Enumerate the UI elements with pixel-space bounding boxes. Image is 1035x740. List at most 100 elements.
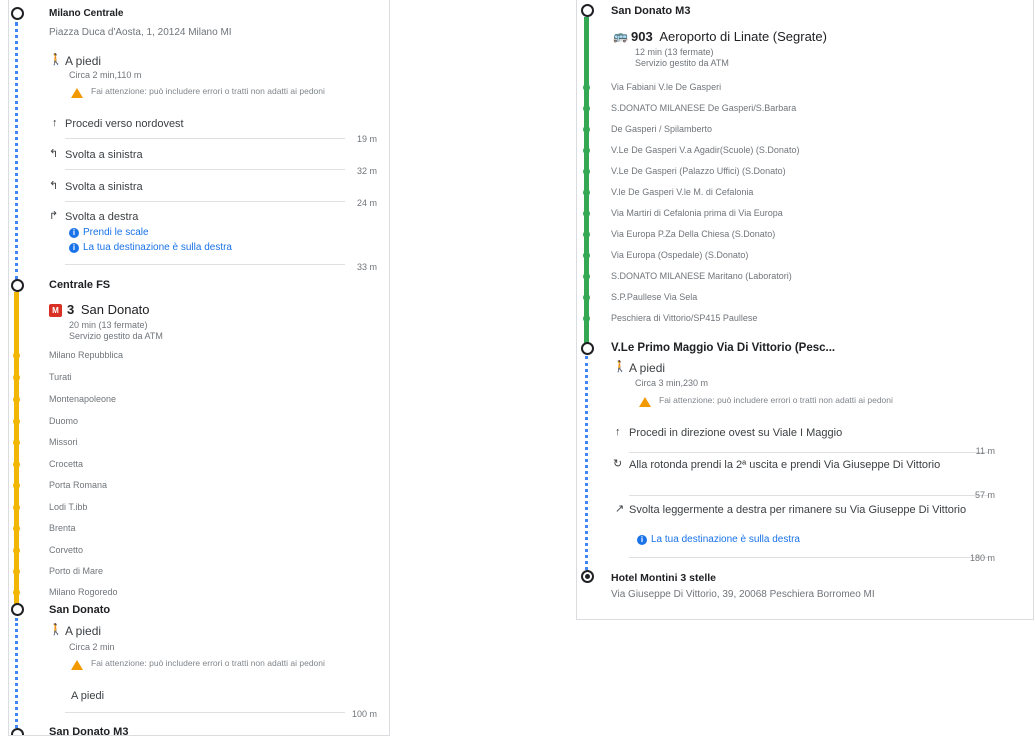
- station-marker: [11, 603, 24, 616]
- stop-dot: [13, 525, 20, 532]
- transit-line-header[interactable]: 903 Aeroporto di Linate (Segrate): [631, 29, 827, 44]
- origin-marker: [11, 7, 24, 20]
- info-icon: i: [637, 535, 647, 545]
- stop-name: Crocetta: [49, 459, 84, 469]
- stop-dot: [13, 547, 20, 554]
- station-marker: [581, 342, 594, 355]
- station-marker: [11, 279, 24, 292]
- step-text[interactable]: Procedi verso nordovest: [65, 118, 184, 130]
- walk-mode: A piedi: [65, 624, 102, 638]
- origin-name: Milano Centrale: [49, 8, 124, 19]
- warning-icon: [639, 397, 651, 407]
- arrow-up-icon: ↑: [615, 426, 621, 438]
- walk-duration: Circa 2 min: [69, 642, 115, 652]
- walk-route-line: [15, 22, 18, 280]
- link-destination[interactable]: La tua destinazione è sulla destra: [651, 534, 800, 545]
- station-name: San Donato: [49, 604, 111, 616]
- destination-marker: [581, 570, 594, 583]
- stop-name: Corvetto: [49, 545, 84, 555]
- stop-name: V.Le De Gasperi V.a Agadir(Scuole) (S.Do…: [611, 145, 800, 155]
- step-text[interactable]: Svolta a sinistra: [65, 181, 143, 193]
- stop-dot: [583, 315, 590, 322]
- walk-route-line: [15, 618, 18, 728]
- step-text[interactable]: A piedi: [71, 690, 104, 702]
- turn-left-icon: ↰: [49, 148, 59, 160]
- step-text[interactable]: Svolta a sinistra: [65, 149, 143, 161]
- walk-duration: Circa 2 min,110 m: [69, 70, 142, 80]
- stop-dot: [583, 126, 590, 133]
- step-text[interactable]: Svolta a destra: [65, 211, 138, 223]
- stop-name: Montenapoleone: [49, 394, 117, 404]
- stop-dot: [13, 482, 20, 489]
- step-text[interactable]: Svolta leggermente a destra per rimanere…: [629, 503, 979, 517]
- roundabout-icon: ↻: [613, 458, 623, 470]
- stop-name: Porta Romana: [49, 480, 108, 490]
- transit-duration: 12 min (13 fermate): [635, 47, 714, 57]
- station-name: San Donato M3: [611, 5, 691, 17]
- stop-dot: [583, 105, 590, 112]
- stop-dot: [13, 418, 20, 425]
- slight-right-icon: ↗: [615, 503, 625, 515]
- station-marker: [11, 728, 24, 735]
- stop-dot: [13, 504, 20, 511]
- origin-address: Piazza Duca d'Aosta, 1, 20124 Milano MI: [49, 27, 232, 38]
- step-distance: 24 m: [356, 198, 377, 208]
- stop-name: V.Le De Gasperi (Palazzo Uffici) (S.Dona…: [611, 166, 786, 176]
- stop-name: De Gasperi / Spilamberto: [611, 124, 713, 134]
- destination-name: Hotel Montini 3 stelle: [611, 572, 717, 584]
- line-direction: San Donato: [80, 302, 150, 317]
- stop-name: Missori: [49, 437, 78, 447]
- info-icon: i: [69, 243, 79, 253]
- step-text[interactable]: Alla rotonda prendi la 2ª uscita e prend…: [629, 458, 959, 472]
- stop-dot: [13, 589, 20, 596]
- stop-dot: [13, 568, 20, 575]
- walk-icon: 🚶: [49, 624, 63, 636]
- step-text[interactable]: Procedi in direzione ovest su Viale I Ma…: [629, 427, 842, 439]
- stop-dot: [13, 461, 20, 468]
- stop-name: Lodi T.ibb: [49, 502, 88, 512]
- step-distance: 33 m: [356, 262, 377, 272]
- stop-dot: [583, 210, 590, 217]
- warning-icon: [71, 88, 83, 98]
- turn-right-icon: ↱: [49, 210, 59, 222]
- stop-dot: [583, 168, 590, 175]
- step-distance: 57 m: [974, 490, 995, 500]
- stop-name: Via Fabiani V.le De Gasperi: [611, 82, 722, 92]
- stop-name: V.le De Gasperi V.le M. di Cefalonia: [611, 187, 754, 197]
- link-stairs[interactable]: Prendi le scale: [83, 227, 149, 238]
- station-name: Centrale FS: [49, 279, 111, 291]
- stop-name: Via Europa (Ospedale) (S.Donato): [611, 250, 749, 260]
- metro-route-line: [14, 292, 19, 604]
- walk-mode: A piedi: [65, 54, 102, 68]
- step-distance: 100 m: [351, 709, 377, 719]
- transit-line-header[interactable]: 3 San Donato: [67, 302, 150, 317]
- stop-dot: [583, 84, 590, 91]
- stop-name: Via Martiri di Cefalonia prima di Via Eu…: [611, 208, 783, 218]
- metro-icon: M: [49, 304, 62, 317]
- stop-dot: [13, 352, 20, 359]
- warning-icon: [71, 660, 83, 670]
- station-name: V.Le Primo Maggio Via Di Vittorio (Pesc.…: [611, 342, 836, 354]
- destination-address: Via Giuseppe Di Vittorio, 39, 20068 Pesc…: [611, 589, 875, 600]
- walk-icon: 🚶: [613, 361, 627, 373]
- stop-name: S.DONATO MILANESE De Gasperi/S.Barbara: [611, 103, 797, 113]
- step-distance: 19 m: [356, 134, 377, 144]
- stop-dot: [583, 273, 590, 280]
- step-distance: 32 m: [356, 166, 377, 176]
- stop-dot: [583, 231, 590, 238]
- station-name: San Donato M3: [49, 726, 129, 736]
- stop-name: Brenta: [49, 523, 76, 533]
- link-destination[interactable]: La tua destinazione è sulla destra: [83, 242, 232, 253]
- stop-name: S.P.Paullese Via Sela: [611, 292, 698, 302]
- stop-name: Turati: [49, 372, 72, 382]
- walk-mode: A piedi: [629, 361, 666, 375]
- stop-dot: [13, 396, 20, 403]
- stop-dot: [583, 147, 590, 154]
- walk-icon: 🚶: [49, 54, 63, 66]
- stop-name: Milano Repubblica: [49, 350, 124, 360]
- stop-name: S.DONATO MILANESE Maritano (Laboratori): [611, 271, 792, 281]
- bus-icon: 🚌: [613, 29, 628, 43]
- stop-dot: [13, 439, 20, 446]
- stop-dot: [583, 189, 590, 196]
- stop-dot: [13, 374, 20, 381]
